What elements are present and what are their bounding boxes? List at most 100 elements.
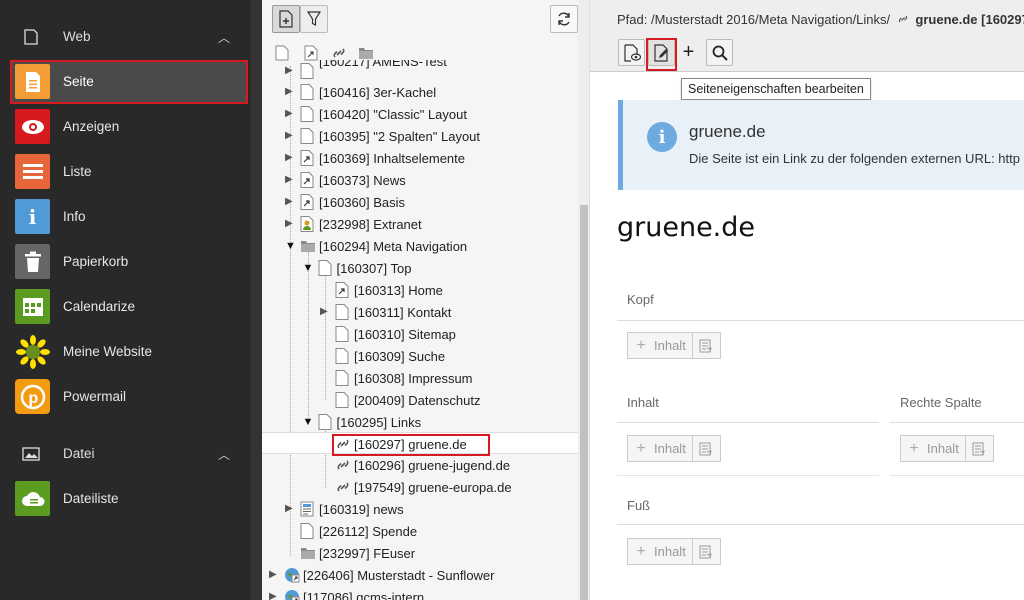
collapse-toggle-icon[interactable]: ▼ bbox=[303, 416, 314, 428]
page-icon[interactable] bbox=[300, 106, 314, 122]
tree-node-label[interactable]: [160295] Links bbox=[337, 415, 422, 430]
module-group-web[interactable]: Web ︿ bbox=[0, 17, 249, 57]
page-icon[interactable] bbox=[300, 84, 314, 100]
tree-node[interactable]: ▶ [160311] Kontakt bbox=[262, 301, 578, 323]
shortcut-page-icon[interactable] bbox=[300, 172, 314, 188]
tree-node-label[interactable]: [226406] Musterstadt - Sunflower bbox=[303, 568, 495, 583]
tree-node[interactable]: ▶ [160420] "Classic" Layout bbox=[262, 103, 578, 125]
tree-scrollbar-thumb[interactable] bbox=[580, 205, 588, 600]
expand-toggle-icon[interactable]: ▶ bbox=[285, 218, 293, 229]
expand-toggle-icon[interactable]: ▶ bbox=[285, 174, 293, 185]
page-icon[interactable] bbox=[335, 392, 349, 408]
tree-node-label[interactable]: [160416] 3er-Kachel bbox=[319, 85, 436, 100]
expand-toggle-icon[interactable]: ▶ bbox=[285, 108, 293, 119]
tree-node[interactable]: ▶ [160373] News bbox=[262, 169, 578, 191]
tree-node[interactable]: ▶ [160395] "2 Spalten" Layout bbox=[262, 125, 578, 147]
tree-node-label[interactable]: [160309] Suche bbox=[354, 349, 445, 364]
new-content-element-button[interactable]: + Inhalt bbox=[627, 435, 721, 462]
chevron-up-icon[interactable]: ︿ bbox=[218, 446, 230, 463]
tree-node[interactable]: [160310] Sitemap bbox=[262, 323, 578, 345]
paste-button[interactable] bbox=[691, 539, 720, 564]
paste-button[interactable] bbox=[691, 333, 720, 358]
drag-shortcut-icon[interactable] bbox=[303, 45, 319, 61]
tree-node-label[interactable]: [160310] Sitemap bbox=[354, 327, 456, 342]
tree-node-label[interactable]: [197549] gruene-europa.de bbox=[354, 480, 512, 495]
tree-node-label[interactable]: [160395] "2 Spalten" Layout bbox=[319, 129, 480, 144]
module-group-datei[interactable]: Datei ︿ bbox=[0, 434, 249, 474]
tree-node[interactable]: ▶ [160217] AMENS-Test bbox=[262, 60, 578, 82]
page-icon[interactable] bbox=[335, 370, 349, 386]
tree-node[interactable]: [160296] gruene-jugend.de bbox=[262, 454, 578, 476]
new-content-element-button[interactable]: + Inhalt bbox=[627, 332, 721, 359]
tree-node-label[interactable]: [160294] Meta Navigation bbox=[319, 239, 467, 254]
page-icon[interactable] bbox=[318, 414, 332, 430]
tree-node[interactable]: ▶ [232998] Extranet bbox=[262, 213, 578, 235]
expand-toggle-icon[interactable]: ▶ bbox=[285, 130, 293, 141]
tree-node[interactable]: [232997] FEuser bbox=[262, 542, 578, 564]
module-anzeigen[interactable]: Anzeigen bbox=[10, 105, 248, 149]
page-icon[interactable] bbox=[300, 128, 314, 144]
new-page-button[interactable] bbox=[272, 5, 300, 33]
user-page-icon[interactable] bbox=[300, 216, 314, 232]
tree-node-label[interactable]: [226112] Spende bbox=[319, 524, 417, 539]
tree-node-label[interactable]: [117086] gcms-intern bbox=[303, 590, 424, 600]
tree-node[interactable]: [160309] Suche bbox=[262, 345, 578, 367]
module-seite[interactable]: Seite bbox=[10, 60, 248, 104]
tree-node[interactable]: ▶ [117086] gcms-intern bbox=[262, 586, 578, 600]
tree-node[interactable]: [160297] gruene.de bbox=[262, 432, 578, 456]
expand-toggle-icon[interactable]: ▶ bbox=[285, 196, 293, 207]
module-meine-website[interactable]: Meine Website bbox=[10, 330, 248, 374]
new-content-element-button[interactable]: + Inhalt bbox=[900, 435, 994, 462]
paste-button[interactable] bbox=[964, 436, 993, 461]
drag-link-icon[interactable] bbox=[331, 45, 347, 61]
tree-node[interactable]: ▼ [160307] Top bbox=[262, 257, 578, 279]
page-icon[interactable] bbox=[335, 348, 349, 364]
search-button[interactable] bbox=[706, 39, 733, 66]
module-liste[interactable]: Liste bbox=[10, 150, 248, 194]
tree-node-label[interactable]: [160313] Home bbox=[354, 283, 443, 298]
module-papierkorb[interactable]: Papierkorb bbox=[10, 240, 248, 284]
page-icon[interactable] bbox=[300, 63, 314, 79]
chevron-up-icon[interactable]: ︿ bbox=[218, 29, 230, 46]
tree-node[interactable]: ▶ [160319] news bbox=[262, 498, 578, 520]
tree-node[interactable]: ▶ [160369] Inhaltselemente bbox=[262, 147, 578, 169]
link-page-icon[interactable] bbox=[335, 457, 349, 473]
site-root-icon[interactable] bbox=[284, 589, 300, 600]
tree-node[interactable]: ▼ [160295] Links bbox=[262, 411, 578, 433]
paste-button[interactable] bbox=[691, 436, 720, 461]
tree-node-label[interactable]: [160420] "Classic" Layout bbox=[319, 107, 467, 122]
folder-icon[interactable] bbox=[300, 545, 315, 561]
tree-node-label[interactable]: [160360] Basis bbox=[319, 195, 405, 210]
site-root-icon[interactable] bbox=[284, 567, 300, 583]
page-icon[interactable] bbox=[300, 523, 314, 539]
drag-folder-icon[interactable] bbox=[358, 45, 374, 61]
tree-node-label[interactable]: [232997] FEuser bbox=[319, 546, 415, 561]
tree-node-label[interactable]: [160217] AMENS-Test bbox=[319, 60, 447, 69]
module-calendarize[interactable]: Calendarize bbox=[10, 285, 248, 329]
page-icon[interactable] bbox=[335, 326, 349, 342]
expand-toggle-icon[interactable]: ▶ bbox=[285, 503, 293, 514]
folder-icon[interactable] bbox=[300, 238, 315, 254]
link-page-icon[interactable] bbox=[335, 479, 349, 495]
tree-node[interactable]: [160308] Impressum bbox=[262, 367, 578, 389]
tree-node-label[interactable]: [160369] Inhaltselemente bbox=[319, 151, 465, 166]
tree-node[interactable]: ▶ [226406] Musterstadt - Sunflower bbox=[262, 564, 578, 586]
module-info[interactable]: i Info bbox=[10, 195, 248, 239]
news-page-icon[interactable] bbox=[300, 501, 314, 517]
collapse-toggle-icon[interactable]: ▼ bbox=[303, 262, 314, 274]
tree-node[interactable]: [197549] gruene-europa.de bbox=[262, 476, 578, 498]
tree-node-label[interactable]: [160319] news bbox=[319, 502, 404, 517]
tree-node-label[interactable]: [160307] Top bbox=[337, 261, 412, 276]
tree-node-label[interactable]: [200409] Datenschutz bbox=[354, 393, 480, 408]
tree-node[interactable]: ▶ [160360] Basis bbox=[262, 191, 578, 213]
expand-toggle-icon[interactable]: ▶ bbox=[285, 86, 293, 97]
refresh-tree-button[interactable] bbox=[550, 5, 578, 33]
collapse-toggle-icon[interactable]: ▼ bbox=[285, 240, 296, 252]
tree-node-label[interactable]: [160308] Impressum bbox=[354, 371, 473, 386]
filter-button[interactable] bbox=[300, 5, 328, 33]
new-content-button[interactable]: + bbox=[675, 39, 702, 66]
tree-node-label[interactable]: [160311] Kontakt bbox=[354, 305, 451, 320]
menu-resize-handle[interactable] bbox=[249, 0, 262, 600]
tree-node[interactable]: [226112] Spende bbox=[262, 520, 578, 542]
tree-node[interactable]: ▼ [160294] Meta Navigation bbox=[262, 235, 578, 257]
